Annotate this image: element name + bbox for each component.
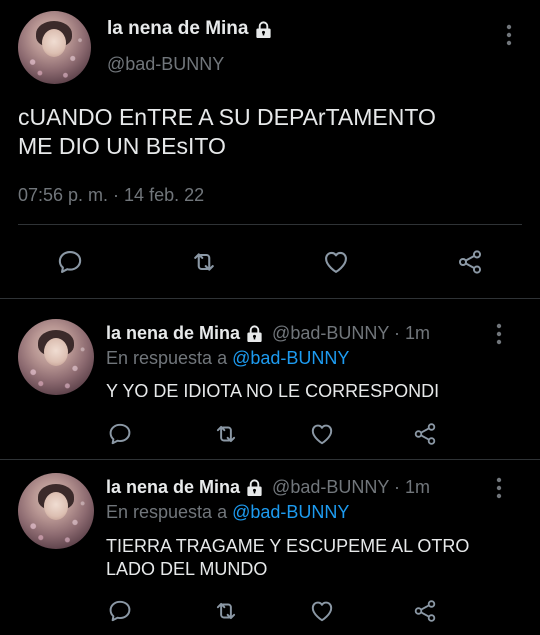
heart-icon bbox=[309, 421, 335, 447]
user-handle[interactable]: @bad-BUNNY bbox=[107, 54, 224, 75]
like-button[interactable] bbox=[308, 597, 336, 625]
divider bbox=[18, 224, 522, 225]
share-icon bbox=[456, 248, 484, 276]
lock-icon bbox=[254, 20, 273, 39]
tweet-text-line: ME DIO UN BEsITO bbox=[18, 133, 226, 159]
reply-header: la nena de Mina @bad-BUNNY · 1m bbox=[106, 477, 430, 498]
reply-to-link[interactable]: @bad-BUNNY bbox=[232, 502, 349, 522]
retweet-button[interactable] bbox=[212, 420, 240, 448]
retweet-icon bbox=[213, 598, 239, 624]
reply-button[interactable] bbox=[56, 248, 84, 276]
retweet-icon bbox=[190, 248, 218, 276]
user-handle-time[interactable]: @bad-BUNNY · 1m bbox=[272, 477, 430, 498]
retweet-button[interactable] bbox=[190, 248, 218, 276]
user-handle-time[interactable]: @bad-BUNNY · 1m bbox=[272, 323, 430, 344]
lock-icon bbox=[245, 324, 264, 343]
more-vertical-icon[interactable] bbox=[506, 24, 512, 46]
more-vertical-icon[interactable] bbox=[496, 477, 502, 499]
avatar[interactable] bbox=[18, 319, 94, 395]
tweet-text-line: LADO DEL MUNDO bbox=[106, 559, 268, 579]
avatar-sparkle bbox=[18, 319, 94, 395]
retweet-icon bbox=[213, 421, 239, 447]
tweet-text: TIERRA TRAGAME Y ESCUPEME AL OTRO LADO D… bbox=[106, 535, 526, 581]
avatar[interactable] bbox=[18, 11, 91, 84]
reply-context-label: En respuesta a bbox=[106, 348, 228, 368]
main-tweet: la nena de Mina @bad-BUNNY cUANDO EnTRE … bbox=[0, 0, 540, 298]
tweet-text-line: Y YO DE IDIOTA NO LE CORRESPONDI bbox=[106, 381, 440, 401]
share-button[interactable] bbox=[456, 248, 484, 276]
reply-tweet[interactable]: la nena de Mina @bad-BUNNY · 1m En respu… bbox=[0, 460, 540, 635]
reply-tweet[interactable]: la nena de Mina @bad-BUNNY · 1m En respu… bbox=[0, 299, 540, 459]
reply-context: En respuesta a @bad-BUNNY bbox=[106, 502, 349, 523]
share-button[interactable] bbox=[411, 420, 439, 448]
display-name-label: la nena de Mina bbox=[107, 18, 249, 39]
reply-context-label: En respuesta a bbox=[106, 502, 228, 522]
reply-context: En respuesta a @bad-BUNNY bbox=[106, 348, 349, 369]
display-name[interactable]: la nena de Mina bbox=[106, 477, 240, 498]
tweet-thread: la nena de Mina @bad-BUNNY cUANDO EnTRE … bbox=[0, 0, 540, 635]
reply-button[interactable] bbox=[106, 420, 134, 448]
more-vertical-icon[interactable] bbox=[496, 323, 502, 345]
reply-icon bbox=[107, 598, 133, 624]
like-button[interactable] bbox=[322, 248, 350, 276]
tweet-text-line: TIERRA TRAGAME Y ESCUPEME AL OTRO bbox=[106, 536, 470, 556]
tweet-text: cUANDO EnTRE A SU DEPArTAMENTO ME DIO UN… bbox=[18, 103, 518, 161]
display-name[interactable]: la nena de Mina bbox=[107, 18, 273, 40]
avatar[interactable] bbox=[18, 473, 94, 549]
like-button[interactable] bbox=[308, 420, 336, 448]
reply-to-link[interactable]: @bad-BUNNY bbox=[232, 348, 349, 368]
share-icon bbox=[412, 421, 438, 447]
reply-header: la nena de Mina @bad-BUNNY · 1m bbox=[106, 323, 430, 344]
avatar-sparkle bbox=[18, 11, 91, 84]
heart-icon bbox=[322, 248, 350, 276]
reply-icon bbox=[107, 421, 133, 447]
reply-button[interactable] bbox=[106, 597, 134, 625]
lock-icon bbox=[245, 478, 264, 497]
avatar-sparkle bbox=[18, 473, 94, 549]
retweet-button[interactable] bbox=[212, 597, 240, 625]
tweet-text: Y YO DE IDIOTA NO LE CORRESPONDI bbox=[106, 380, 526, 403]
share-button[interactable] bbox=[411, 597, 439, 625]
share-icon bbox=[412, 598, 438, 624]
tweet-text-line: cUANDO EnTRE A SU DEPArTAMENTO bbox=[18, 104, 436, 130]
tweet-timestamp[interactable]: 07:56 p. m. · 14 feb. 22 bbox=[18, 185, 204, 206]
display-name[interactable]: la nena de Mina bbox=[106, 323, 240, 344]
heart-icon bbox=[309, 598, 335, 624]
reply-icon bbox=[56, 248, 84, 276]
